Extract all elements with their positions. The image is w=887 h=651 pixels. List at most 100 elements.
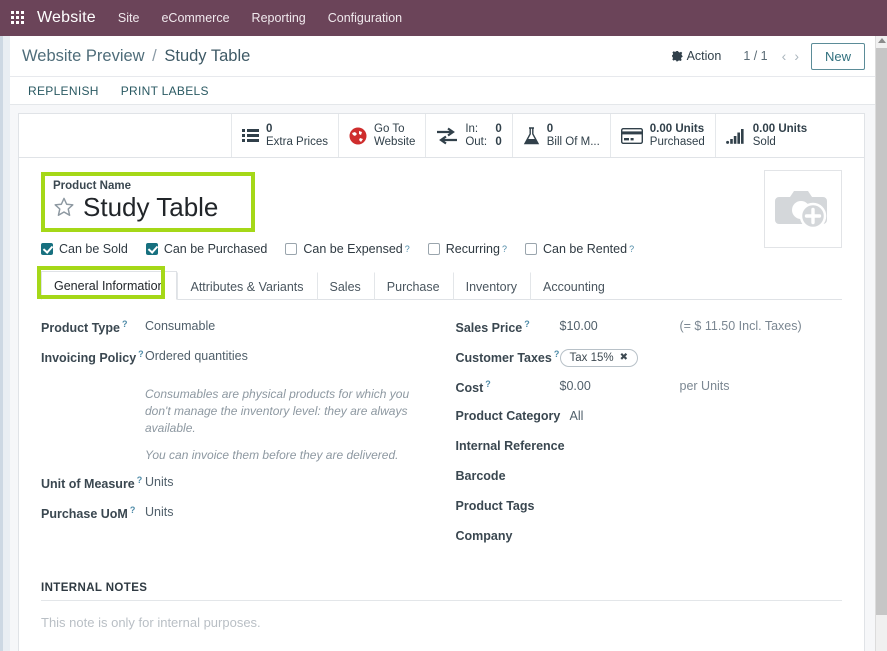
tab-inventory[interactable]: Inventory	[452, 271, 530, 300]
checkbox-box[interactable]	[427, 242, 440, 255]
tax-tag[interactable]: Tax 15% ✖	[559, 348, 638, 367]
checkbox-can-be-rented[interactable]: Can be Rented ?	[524, 242, 634, 256]
form-column-left: Product Type? Consumable Invoicing Polic…	[41, 316, 442, 556]
field-value[interactable]: Ordered quantities	[145, 346, 248, 363]
field-value[interactable]: All	[570, 406, 584, 423]
app-brand-website[interactable]: Website	[37, 9, 96, 27]
breadcrumb: Website Preview / Study Table	[22, 47, 250, 66]
product-name-highlight: Product Name Study Table	[41, 172, 255, 232]
field-value[interactable]: $0.00	[560, 376, 680, 393]
stat-label: Website	[374, 135, 416, 148]
field-unit-of-measure: Unit of Measure? Units	[41, 472, 442, 502]
sales-price-incl-taxes-note: (= $ 11.50 Incl. Taxes)	[679, 318, 802, 333]
apps-grid-icon[interactable]	[11, 10, 26, 26]
checkbox-label: Recurring	[445, 241, 500, 256]
field-label: Sales Price?	[456, 316, 560, 335]
new-button[interactable]: New	[810, 42, 865, 70]
help-icon[interactable]: ?	[122, 319, 128, 329]
stat-button-bill-of-materials[interactable]: 0 Bill Of M...	[513, 114, 611, 157]
product-title-block: Product Name Study Table	[19, 158, 864, 248]
checkbox-recurring[interactable]: Recurring ?	[427, 241, 507, 256]
action-button[interactable]: Action	[671, 49, 721, 63]
field-cost: Cost? $0.00 per Units	[456, 376, 843, 406]
label-text: Sales Price	[455, 320, 523, 335]
field-barcode: Barcode	[456, 466, 843, 496]
field-value[interactable]: Units	[145, 472, 173, 489]
checkbox-can-be-sold[interactable]: Can be Sold	[41, 242, 128, 256]
field-value[interactable]: $10.00	[560, 316, 680, 333]
tab-sales[interactable]: Sales	[316, 271, 374, 300]
field-label: Cost?	[456, 376, 560, 395]
stat-value: 0	[546, 122, 554, 135]
checkbox-box[interactable]	[524, 242, 537, 255]
field-value[interactable]: Units	[145, 502, 173, 519]
close-icon[interactable]: ✖	[620, 352, 628, 363]
stat-button-purchased[interactable]: 0.00 Units Purchased	[611, 114, 716, 157]
field-product-tags: Product Tags	[456, 496, 843, 526]
breadcrumb-current: Study Table	[164, 46, 251, 65]
label-text: Cost	[455, 380, 484, 395]
product-name-value[interactable]: Study Table	[83, 193, 218, 222]
checkbox-can-be-purchased[interactable]: Can be Purchased	[145, 242, 267, 256]
field-label: Unit of Measure?	[41, 472, 145, 491]
stat-value: 0.00 Units	[752, 122, 808, 135]
breadcrumb-parent[interactable]: Website Preview	[22, 47, 145, 65]
field-purchase-uom: Purchase UoM? Units	[41, 502, 442, 532]
tab-accounting[interactable]: Accounting	[530, 271, 618, 300]
field-value[interactable]: Consumable	[145, 316, 215, 333]
tab-purchase[interactable]: Purchase	[373, 271, 453, 300]
checkbox-box[interactable]	[41, 242, 53, 255]
stat-button-sold[interactable]: 0.00 Units Sold	[716, 114, 817, 157]
top-navbar: Website Site eCommerce Reporting Configu…	[0, 0, 887, 36]
internal-notes-section: INTERNAL NOTES This note is only for int…	[19, 556, 864, 630]
field-label: Invoicing Policy?	[41, 346, 145, 365]
stat-button-in-out[interactable]: In: 0 Out: 0	[426, 114, 513, 157]
scroll-up-icon[interactable]	[878, 38, 886, 43]
control-panel: Website Preview / Study Table Action 1 /…	[10, 36, 875, 77]
help-icon[interactable]: ?	[524, 319, 530, 329]
help-icon[interactable]: ?	[485, 379, 491, 389]
help-icon[interactable]: ?	[629, 244, 634, 254]
help-icon[interactable]: ?	[137, 475, 143, 485]
form-column-right: Sales Price? $10.00 (= $ 11.50 Incl. Tax…	[442, 316, 843, 556]
stat-button-go-to-website[interactable]: Go To Website	[339, 114, 427, 157]
scrollbar-thumb[interactable]	[876, 48, 887, 615]
menu-ecommerce[interactable]: eCommerce	[161, 11, 229, 25]
pager-previous-icon[interactable]: ‹	[778, 49, 791, 63]
replenish-button[interactable]: REPLENISH	[28, 84, 99, 98]
label-text: Unit of Measure	[41, 476, 135, 491]
globe-icon	[349, 127, 367, 144]
menu-reporting[interactable]: Reporting	[252, 11, 306, 25]
tabs-container: General Information Attributes & Variant…	[19, 256, 864, 300]
product-image-placeholder[interactable]	[764, 170, 842, 248]
flask-icon	[523, 126, 539, 144]
tab-general-information[interactable]: General Information	[41, 270, 178, 300]
help-icon[interactable]: ?	[138, 349, 144, 359]
checkbox-box[interactable]	[145, 242, 158, 255]
form-sheet: 0 Extra Prices Go To Website In: 0 Out: …	[18, 113, 865, 651]
credit-card-icon	[620, 127, 643, 144]
star-icon[interactable]	[53, 196, 75, 218]
stat-label: Sold	[752, 135, 776, 148]
field-value[interactable]: Tax 15% ✖	[559, 346, 638, 367]
pager-next-icon[interactable]: ›	[790, 49, 803, 63]
print-labels-button[interactable]: PRINT LABELS	[121, 84, 209, 98]
menu-configuration[interactable]: Configuration	[328, 11, 402, 25]
menu-site[interactable]: Site	[118, 11, 140, 25]
field-label: Product Type?	[41, 316, 145, 335]
help-icon[interactable]: ?	[130, 505, 136, 515]
arrows-exchange-icon	[437, 127, 458, 144]
tab-attributes-variants[interactable]: Attributes & Variants	[177, 271, 316, 300]
checkbox-label: Can be Sold	[59, 241, 128, 256]
checkbox-can-be-expensed[interactable]: Can be Expensed ?	[285, 242, 410, 256]
stat-button-extra-prices[interactable]: 0 Extra Prices	[232, 114, 339, 157]
vertical-scrollbar[interactable]	[875, 36, 887, 651]
help-icon[interactable]: ?	[405, 244, 410, 254]
help-icon[interactable]: ?	[502, 244, 507, 254]
field-product-category: Product Category All	[456, 406, 843, 436]
field-company: Company	[456, 526, 843, 556]
field-label: Customer Taxes?	[456, 346, 560, 365]
pager-value[interactable]: 1 / 1	[743, 49, 767, 63]
internal-notes-input[interactable]: This note is only for internal purposes.	[41, 601, 842, 630]
checkbox-box[interactable]	[285, 242, 298, 255]
